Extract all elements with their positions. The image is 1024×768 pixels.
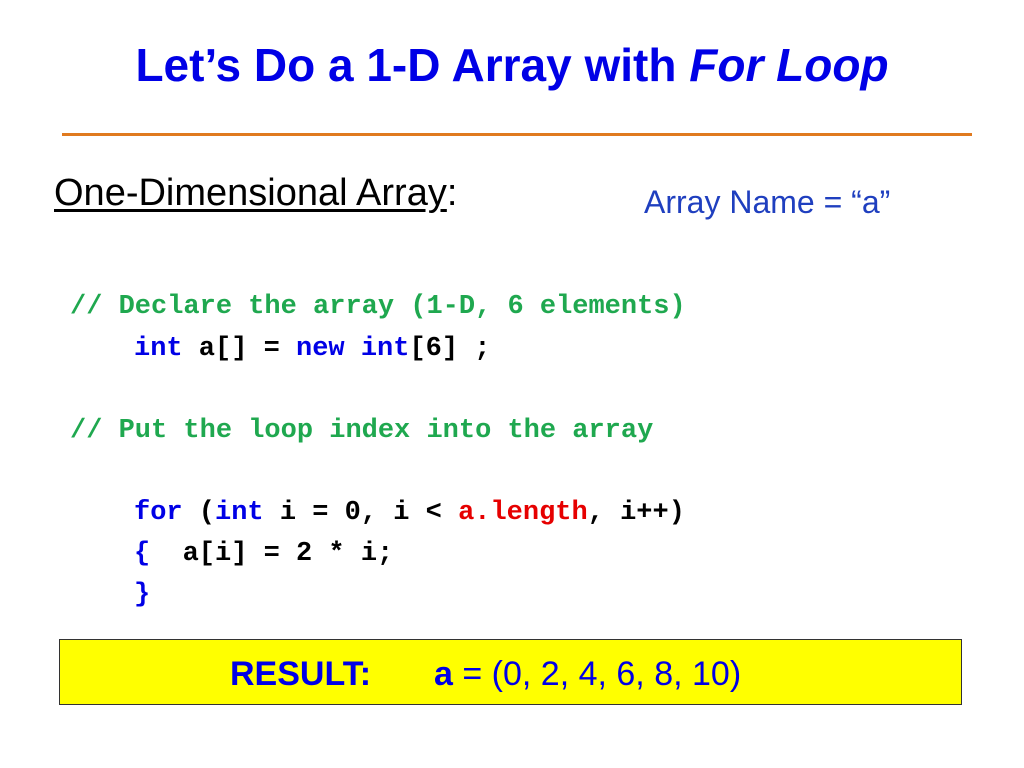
title-text: Let’s Do a 1-D Array with: [135, 39, 690, 91]
title-emphasis: For Loop: [689, 39, 889, 91]
slide: Let’s Do a 1-D Array with For Loop One-D…: [0, 0, 1024, 768]
code-comment-loop: // Put the loop index into the array: [70, 416, 654, 446]
code-brace-close: }: [134, 580, 151, 610]
subheading: One-Dimensional Array:: [54, 172, 457, 215]
title-divider: [62, 133, 972, 136]
result-variable: a: [434, 655, 453, 693]
code-for-condition: i = 0, i <: [263, 498, 459, 528]
subheading-colon: :: [446, 172, 458, 214]
code-loop-body: a[i] = 2 * i;: [150, 539, 394, 569]
result-label: RESULT:: [230, 655, 372, 693]
slide-title: Let’s Do a 1-D Array with For Loop: [0, 38, 1024, 93]
code-length-expr: a.length: [458, 498, 588, 528]
subheading-text: One-Dimensional Array: [54, 172, 447, 214]
result-value: a = (0, 2, 4, 6, 8, 10): [434, 655, 741, 694]
result-values: = (0, 2, 4, 6, 8, 10): [452, 655, 742, 693]
code-keyword-int-type: int: [360, 334, 410, 364]
code-comment-declare: // Declare the array (1-D, 6 elements): [70, 292, 686, 322]
code-brace-open: {: [134, 539, 151, 569]
code-keyword-int-loop: int: [215, 498, 264, 528]
code-line-for: for (int i = 0, i < a.length, i++): [134, 500, 685, 527]
code-keyword-int: int: [134, 334, 183, 364]
array-name-label: Array Name = “a”: [644, 184, 891, 220]
code-line-declaration: int a[] = new int[6] ;: [134, 336, 490, 363]
code-declaration-var: a[] =: [182, 334, 297, 364]
code-for-increment: , i++): [587, 498, 685, 528]
code-line-body: { a[i] = 2 * i;: [134, 541, 393, 568]
code-for-paren: (: [182, 498, 216, 528]
code-declaration-size: [6] ;: [409, 334, 491, 364]
code-keyword-new: new: [296, 334, 345, 364]
code-keyword-for: for: [134, 498, 183, 528]
